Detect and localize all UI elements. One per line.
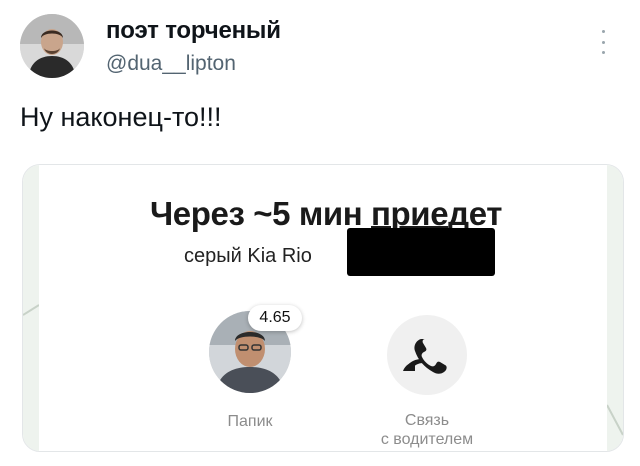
phone-icon bbox=[403, 339, 447, 374]
tweet-text: Ну наконец-то!!! bbox=[20, 102, 222, 132]
driver-name: Папик bbox=[227, 413, 273, 430]
car-description: серый Kia Rio bbox=[184, 245, 312, 267]
tweet-media[interactable]: Через ~5 мин приедет серый Kia Rio 4.65 … bbox=[22, 164, 624, 452]
call-driver-button[interactable] bbox=[387, 315, 467, 395]
author-name[interactable]: поэт торченый bbox=[106, 17, 281, 45]
driver-rating-badge: 4.65 bbox=[248, 305, 302, 331]
author-avatar[interactable] bbox=[20, 14, 84, 78]
call-driver-label: Связь с водителем bbox=[380, 412, 474, 448]
order-panel: Через ~5 мин приедет серый Kia Rio 4.65 … bbox=[39, 165, 607, 451]
more-vertical-icon[interactable] bbox=[600, 30, 606, 54]
author-handle[interactable]: @dua__lipton bbox=[106, 52, 236, 76]
redacted-plate bbox=[347, 228, 495, 276]
